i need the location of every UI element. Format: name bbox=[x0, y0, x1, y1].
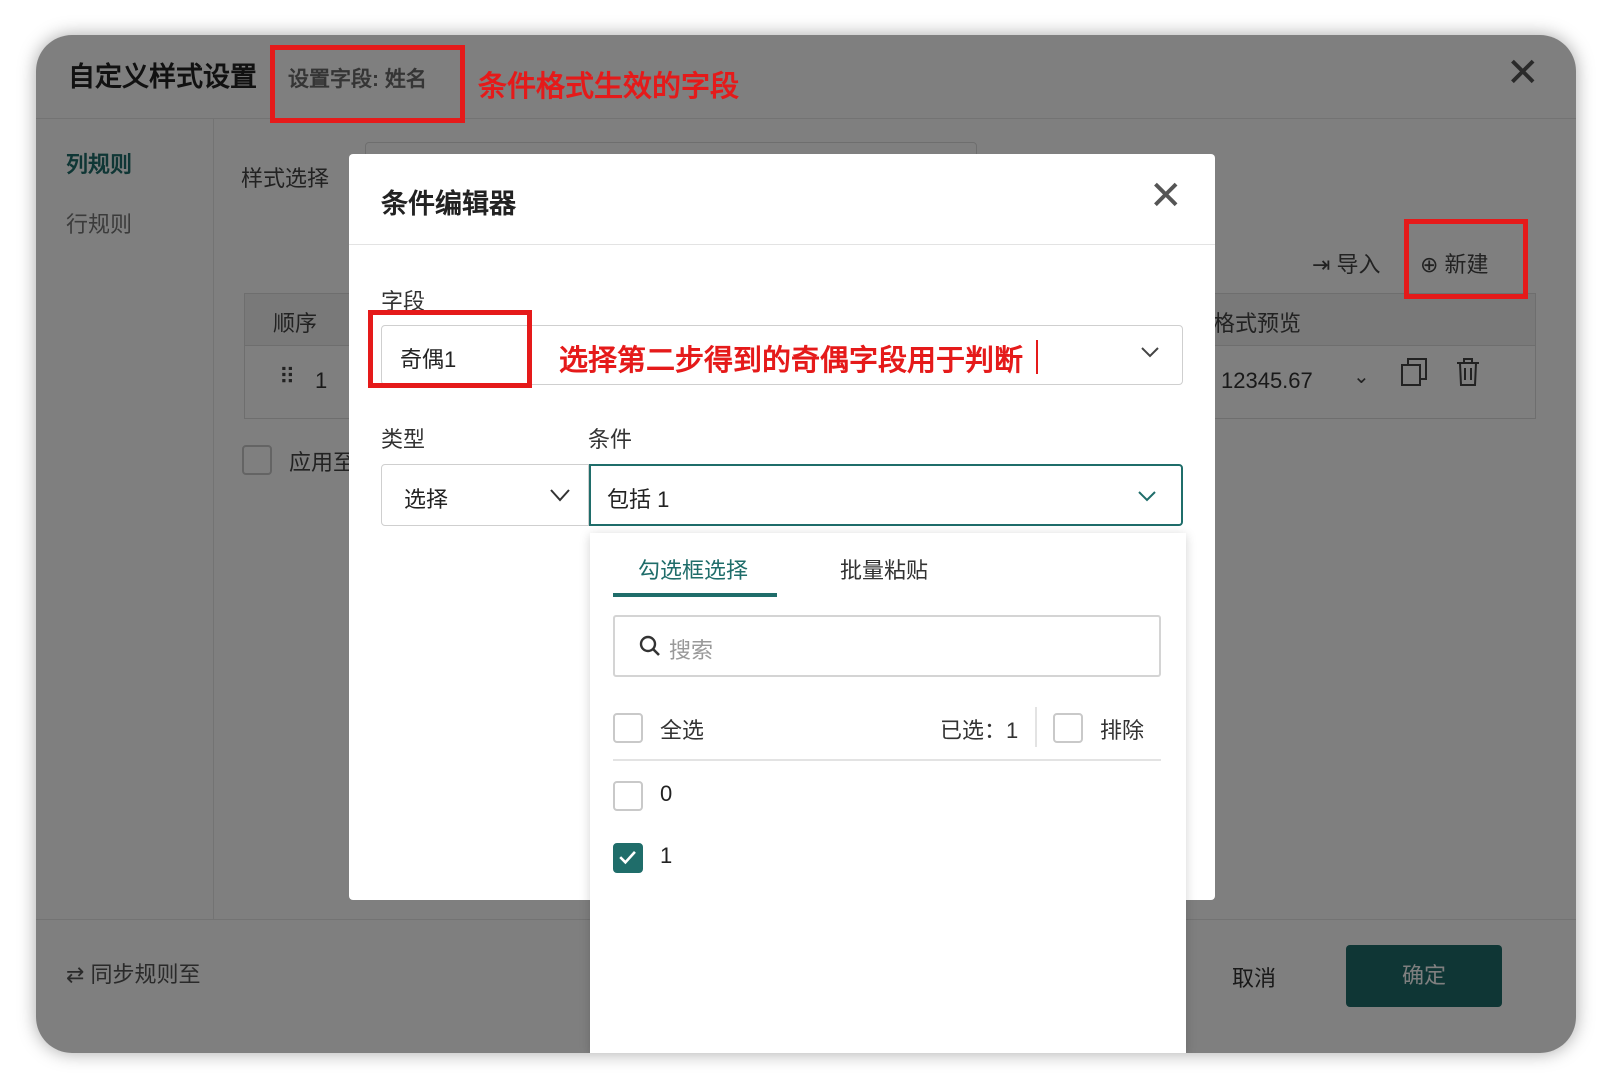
screenshot-frame: 自定义样式设置 设置字段: 姓名 ✕ 列规则 行规则 样式选择 ⇥ 导入 ⊕ 新… bbox=[36, 35, 1576, 1053]
text-caret bbox=[1036, 340, 1038, 374]
chevron-down-icon bbox=[1141, 347, 1159, 358]
modal-close-icon[interactable]: ✕ bbox=[1149, 176, 1183, 216]
exclude-checkbox[interactable] bbox=[1053, 713, 1083, 743]
select-all-label: 全选 bbox=[660, 718, 705, 743]
annotation-field-note: 条件格式生效的字段 bbox=[478, 71, 740, 103]
divider bbox=[613, 759, 1161, 761]
search-placeholder: 搜索 bbox=[669, 638, 714, 663]
search-icon bbox=[639, 635, 660, 656]
select-all-checkbox[interactable] bbox=[613, 713, 643, 743]
selected-count: 已选：1 bbox=[940, 718, 1019, 743]
modal-divider bbox=[349, 244, 1215, 245]
condition-dropdown-panel: 勾选框选择 批量粘贴 搜索 全选 已选：1 排除 0 1 bbox=[590, 533, 1186, 1053]
option-label-0: 0 bbox=[660, 781, 673, 806]
type-select-value: 选择 bbox=[404, 487, 449, 512]
annotation-odd-even-note: 选择第二步得到的奇偶字段用于判断 bbox=[559, 345, 1024, 377]
option-checkbox-1[interactable] bbox=[613, 843, 643, 873]
option-checkbox-0[interactable] bbox=[613, 781, 643, 811]
chevron-down-icon bbox=[1138, 491, 1156, 502]
condition-select[interactable]: 包括 1 bbox=[589, 464, 1183, 526]
condition-label: 条件 bbox=[588, 427, 633, 452]
divider bbox=[1035, 707, 1037, 747]
option-label-1: 1 bbox=[660, 843, 673, 868]
search-input[interactable]: 搜索 bbox=[613, 615, 1161, 677]
active-tab-indicator bbox=[613, 593, 777, 597]
type-label: 类型 bbox=[381, 427, 426, 452]
chevron-down-icon bbox=[550, 489, 570, 502]
condition-select-value: 包括 1 bbox=[607, 487, 670, 512]
modal-title: 条件编辑器 bbox=[381, 189, 516, 219]
annotation-box-field bbox=[270, 45, 465, 123]
annotation-box-new bbox=[1404, 219, 1528, 299]
exclude-label: 排除 bbox=[1100, 718, 1145, 743]
tab-checkbox-select[interactable]: 勾选框选择 bbox=[638, 553, 748, 585]
annotation-box-odd-even bbox=[368, 310, 532, 388]
type-select[interactable]: 选择 bbox=[381, 464, 589, 526]
checkmark-icon bbox=[619, 851, 636, 865]
tab-batch-paste[interactable]: 批量粘贴 bbox=[840, 553, 928, 585]
